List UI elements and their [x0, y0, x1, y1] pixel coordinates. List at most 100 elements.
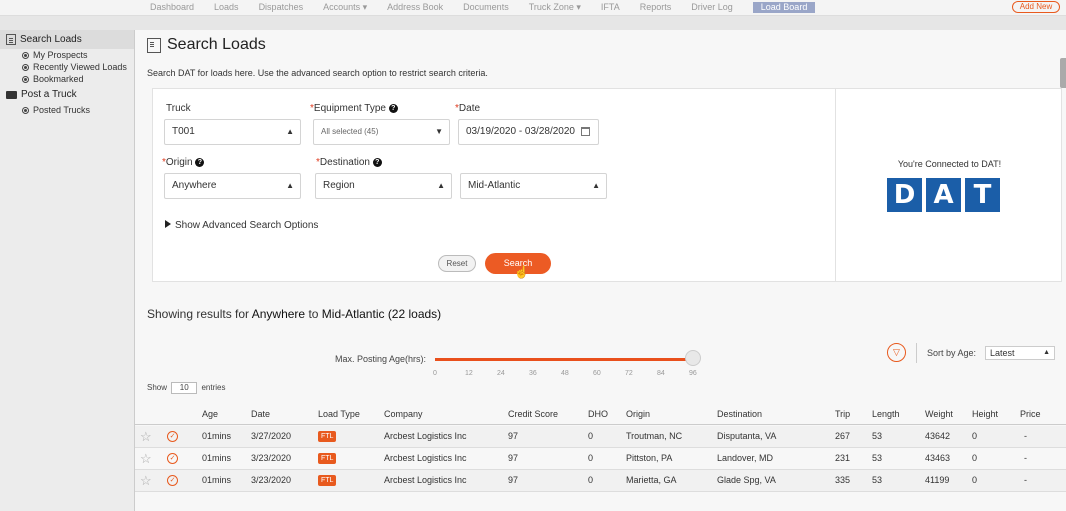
date-range-input[interactable]: 03/19/2020 - 03/28/2020 — [458, 119, 599, 145]
tick-label: 60 — [593, 370, 601, 377]
dat-logo: DAT — [887, 178, 1000, 212]
star-icon[interactable]: ☆ — [140, 429, 152, 445]
updown-arrow-icon: ▲ — [592, 181, 600, 190]
table-row[interactable]: ☆ ✓ 01mins 3/27/2020 FTL Arcbest Logisti… — [135, 426, 1066, 448]
column-header[interactable]: Trip — [835, 409, 850, 419]
sort-label: Sort by Age: — [927, 348, 977, 358]
sidebar-item-my-prospects[interactable]: My Prospects — [0, 49, 134, 61]
column-header[interactable]: Company — [384, 409, 423, 419]
nav-reports[interactable]: Reports — [640, 2, 672, 13]
table-cell: 0 — [588, 475, 594, 485]
page-title: Search Loads — [147, 36, 266, 54]
table-cell: Pittston, PA — [626, 453, 673, 463]
entries-select[interactable]: 10 — [171, 382, 198, 394]
truck-select[interactable]: T001 ▲ — [164, 119, 301, 145]
bullet-icon — [22, 63, 29, 71]
filter-icon[interactable]: ▽ — [887, 343, 906, 362]
table-cell: Marietta, GA — [626, 475, 677, 485]
table-cell: 231 — [835, 453, 851, 463]
table-cell: 53 — [872, 475, 883, 485]
age-slider-track[interactable] — [435, 358, 697, 361]
divider — [916, 343, 917, 363]
help-icon[interactable]: ? — [388, 104, 398, 113]
check-circle-icon[interactable]: ✓ — [167, 475, 178, 486]
sidebar-item-bookmarked[interactable]: Bookmarked — [0, 73, 134, 85]
check-circle-icon[interactable]: ✓ — [167, 431, 178, 442]
column-header[interactable]: Credit Score — [508, 409, 558, 419]
table-cell[interactable]: Arcbest Logistics Inc — [384, 453, 467, 463]
nav-ifta[interactable]: IFTA — [601, 2, 620, 13]
check-circle-icon[interactable]: ✓ — [167, 453, 178, 464]
table-row[interactable]: ☆ ✓ 01mins 3/23/2020 FTL Arcbest Logisti… — [135, 470, 1066, 492]
table-cell: 97 — [508, 431, 519, 441]
column-header[interactable]: Origin — [626, 409, 650, 419]
nav-loads[interactable]: Loads — [214, 2, 239, 13]
nav-address-book[interactable]: Address Book — [387, 2, 443, 13]
table-cell: 01mins — [202, 475, 232, 485]
tick-label: 48 — [561, 370, 569, 377]
table-row[interactable]: ☆ ✓ 01mins 3/23/2020 FTL Arcbest Logisti… — [135, 448, 1066, 470]
tick-label: 72 — [625, 370, 633, 377]
nav-dispatches[interactable]: Dispatches — [259, 2, 304, 13]
table-cell: 0 — [972, 431, 978, 441]
star-icon[interactable]: ☆ — [140, 473, 152, 489]
table-cell[interactable]: Arcbest Logistics Inc — [384, 431, 467, 441]
sidebar-item-post-truck[interactable]: Post a Truck — [0, 85, 134, 104]
nav-load-board[interactable]: Load Board — [752, 2, 816, 13]
sidebar-item-label: Posted Trucks — [33, 105, 91, 115]
origin-select[interactable]: Anywhere ▲ — [164, 173, 301, 199]
truck-icon — [6, 90, 17, 99]
column-header[interactable]: Load Type — [318, 409, 360, 419]
nav-dashboard[interactable]: Dashboard — [150, 2, 194, 13]
table-cell: 335 — [835, 475, 851, 485]
table-cell: Landover, MD — [717, 453, 774, 463]
side-panel-tab[interactable] — [1060, 58, 1066, 88]
reset-button[interactable]: Reset — [438, 255, 476, 272]
destination-type-select[interactable]: Region ▲ — [315, 173, 452, 199]
column-header[interactable]: Destination — [717, 409, 762, 419]
tick-label: 96 — [689, 370, 697, 377]
column-header[interactable]: Date — [251, 409, 270, 419]
sidebar-item-recently-viewed[interactable]: Recently Viewed Loads — [0, 61, 134, 73]
column-header[interactable]: Length — [872, 409, 900, 419]
caret-down-icon: ▼ — [435, 127, 443, 136]
add-new-button[interactable]: Add New — [1012, 1, 1060, 13]
star-icon[interactable]: ☆ — [140, 451, 152, 467]
help-icon[interactable]: ? — [372, 158, 382, 167]
calendar-icon[interactable] — [581, 127, 590, 136]
max-age-label: Max. Posting Age(hrs): — [335, 354, 427, 364]
tick-label: 84 — [657, 370, 665, 377]
sidebar-item-posted-trucks[interactable]: Posted Trucks — [0, 104, 134, 116]
column-header[interactable]: Price — [1020, 409, 1041, 419]
date-label: *Date — [455, 103, 481, 114]
age-slider-handle[interactable] — [685, 350, 701, 366]
destination-region-select[interactable]: Mid-Atlantic ▲ — [460, 173, 607, 199]
equipment-type-select[interactable]: All selected (45) ▼ — [313, 119, 450, 145]
advanced-search-toggle[interactable]: Show Advanced Search Options — [165, 220, 318, 231]
tick-label: 24 — [497, 370, 505, 377]
tick-label: 36 — [529, 370, 537, 377]
sidebar-item-search-loads[interactable]: Search Loads — [0, 30, 134, 49]
sort-select[interactable]: Latest ▲ — [985, 346, 1055, 360]
dat-connection-card: You're Connected to DAT! DAT — [835, 88, 1062, 282]
column-header[interactable]: Age — [202, 409, 218, 419]
nav-driver-log[interactable]: Driver Log — [691, 2, 733, 13]
sidebar-item-label: Post a Truck — [21, 89, 77, 100]
nav-truck-zone[interactable]: Truck Zone ▾ — [529, 2, 581, 13]
load-type-badge: FTL — [318, 453, 337, 464]
table-cell: 3/23/2020 — [251, 453, 292, 463]
nav-items: Dashboard Loads Dispatches Accounts ▾ Ad… — [150, 2, 816, 13]
page-description: Search DAT for loads here. Use the advan… — [147, 68, 488, 78]
table-cell[interactable]: Arcbest Logistics Inc — [384, 475, 467, 485]
table-cell: 01mins — [202, 453, 232, 463]
nav-documents[interactable]: Documents — [463, 2, 509, 13]
sidebar: Search Loads My Prospects Recently Viewe… — [0, 30, 135, 511]
column-header[interactable]: Height — [972, 409, 998, 419]
column-header[interactable]: DHO — [588, 409, 608, 419]
entries-control: Show 10 entries — [147, 382, 226, 394]
table-cell: - — [1024, 453, 1027, 463]
nav-accounts[interactable]: Accounts ▾ — [323, 2, 367, 13]
help-icon[interactable]: ? — [195, 158, 205, 167]
table-cell: 267 — [835, 431, 851, 441]
column-header[interactable]: Weight — [925, 409, 953, 419]
